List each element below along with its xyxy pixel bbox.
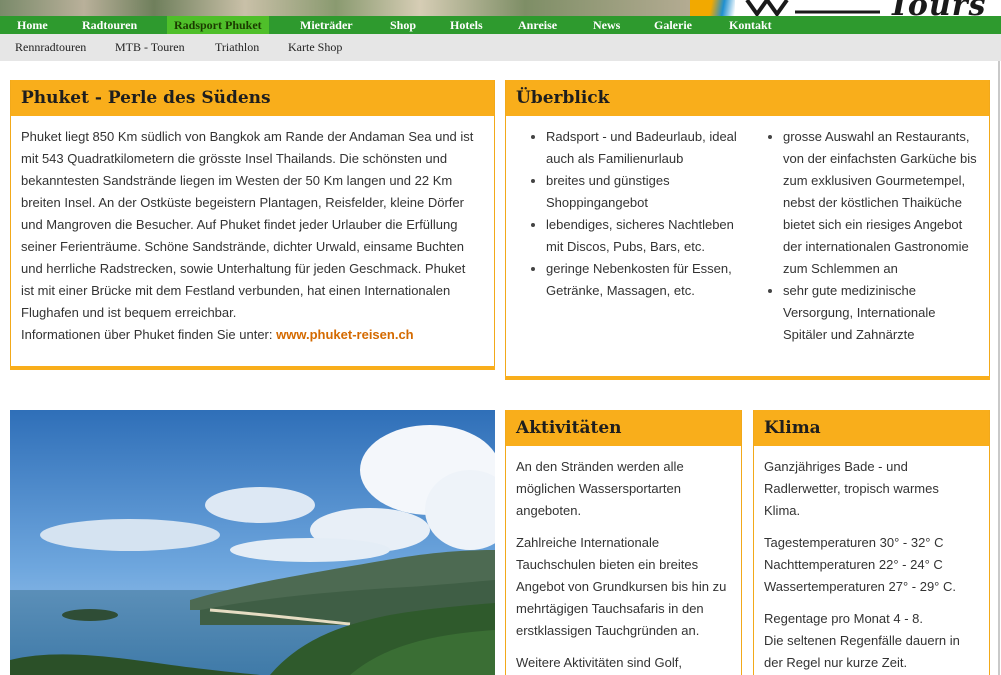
- overview-box: Überblick Radsport - und Badeurlaub, ide…: [505, 80, 990, 380]
- logo-text[interactable]: Tours: [888, 0, 986, 16]
- overview-list-left: Radsport - und Badeurlaub, ideal auch als…: [528, 126, 748, 302]
- logo-mark-icon: [745, 0, 880, 16]
- activities-box-header: Aktivitäten: [506, 410, 741, 446]
- activities-paragraph: Zahlreiche Internationale Tauchschulen b…: [516, 535, 727, 638]
- subnav-item-triathlon[interactable]: Triathlon: [215, 34, 259, 61]
- overview-list-right: grosse Auswahl an Restaurants, von der e…: [765, 126, 985, 346]
- intro-line: bekanntesten Sandstrände liegen im Weste…: [21, 173, 453, 188]
- nav-item-shop[interactable]: Shop: [390, 16, 416, 34]
- intro-line: Phuket liegt 850 Km südlich von Bangkok …: [21, 129, 474, 144]
- climate-box-header: Klima: [754, 410, 989, 446]
- subnav-item-mtb-touren[interactable]: MTB - Touren: [115, 34, 185, 61]
- nav-item-news[interactable]: News: [593, 16, 620, 34]
- activities-paragraph: An den Stränden werden alle möglichen Wa…: [516, 459, 684, 518]
- phuket-coast-photo: [10, 410, 495, 675]
- intro-title: Phuket - Perle des Südens: [21, 88, 271, 108]
- intro-line: breiten Insel. An der Ostküste begeister…: [21, 195, 464, 210]
- climate-title: Klima: [764, 418, 821, 438]
- intro-line: Flughafen und ist bequem erreichbar.: [21, 305, 237, 320]
- overview-title: Überblick: [516, 88, 610, 108]
- subnav-item-karte-shop[interactable]: Karte Shop: [288, 34, 342, 61]
- nav-item-mietraeder[interactable]: Mieträder: [300, 16, 353, 34]
- climate-box: Klima Ganzjähriges Bade - und Radlerwett…: [753, 410, 990, 675]
- nav-item-anreise[interactable]: Anreise: [518, 16, 557, 34]
- header-banner: Tours: [0, 0, 1001, 16]
- nav-item-kontakt[interactable]: Kontakt: [729, 16, 772, 34]
- list-item: geringe Nebenkosten für Essen, Getränke, …: [528, 258, 748, 302]
- climate-text: Ganzjähriges Bade - und Radlerwetter, tr…: [754, 446, 989, 674]
- intro-line: und Mangroven die Besucher. Auf Phuket f…: [21, 217, 458, 232]
- list-item: lebendiges, sicheres Nachtleben mit Disco…: [528, 214, 748, 258]
- climate-paragraph: Tagestemperaturen 30° - 32° C Nachttempe…: [764, 535, 956, 594]
- header-photo: [0, 0, 700, 16]
- subnav-item-rennradtouren[interactable]: Rennradtouren: [15, 34, 86, 61]
- nav-item-radsport-phuket[interactable]: Radsport Phuket: [167, 16, 269, 34]
- nav-item-hotels[interactable]: Hotels: [450, 16, 483, 34]
- page-right-border: [998, 61, 1000, 675]
- list-item: grosse Auswahl an Restaurants, von der e…: [765, 126, 985, 280]
- landscape-image: [10, 410, 495, 675]
- activities-box: Aktivitäten An den Stränden werden alle …: [505, 410, 742, 675]
- intro-info-line: Informationen über Phuket finden Sie unt…: [21, 324, 484, 346]
- intro-line: ist mit einer Brücke mit dem Festland ve…: [21, 283, 451, 298]
- nav-item-galerie[interactable]: Galerie: [654, 16, 692, 34]
- climate-paragraph: Regentage pro Monat 4 - 8. Die seltenen …: [764, 611, 960, 670]
- intro-box: Phuket - Perle des Südens Phuket liegt 8…: [10, 80, 495, 370]
- nav-item-home[interactable]: Home: [17, 16, 48, 34]
- list-item: Radsport - und Badeurlaub, ideal auch als…: [528, 126, 748, 170]
- intro-line: seiner Ferienträume. Schöne Sandstrände,…: [21, 239, 464, 254]
- sub-nav: Rennradtouren MTB - Touren Triathlon Kar…: [0, 34, 1001, 61]
- phuket-reisen-link[interactable]: www.phuket-reisen.ch: [276, 327, 414, 342]
- intro-box-header: Phuket - Perle des Südens: [11, 80, 494, 116]
- activities-title: Aktivitäten: [516, 418, 622, 438]
- main-nav: Home Radtouren Radsport Phuket Mieträder…: [0, 16, 1001, 34]
- intro-line: mit 543 Quadratkilometern die grösste In…: [21, 151, 448, 166]
- climate-paragraph: Ganzjähriges Bade - und Radlerwetter, tr…: [764, 459, 939, 518]
- activities-paragraph: Weitere Aktivitäten sind Golf,: [516, 655, 682, 670]
- intro-line: und herrliche Radstrecken, sowie Unterha…: [21, 261, 466, 276]
- nav-item-radtouren[interactable]: Radtouren: [82, 16, 137, 34]
- list-item: breites und günstiges Shoppingangebot: [528, 170, 748, 214]
- intro-text: Phuket liegt 850 Km südlich von Bangkok …: [11, 116, 494, 346]
- list-item: sehr gute medizinische Versorgung, Inter…: [765, 280, 985, 346]
- intro-info-label: Informationen über Phuket finden Sie unt…: [21, 327, 273, 342]
- activities-text: An den Stränden werden alle möglichen Wa…: [506, 446, 741, 674]
- overview-box-header: Überblick: [506, 80, 989, 116]
